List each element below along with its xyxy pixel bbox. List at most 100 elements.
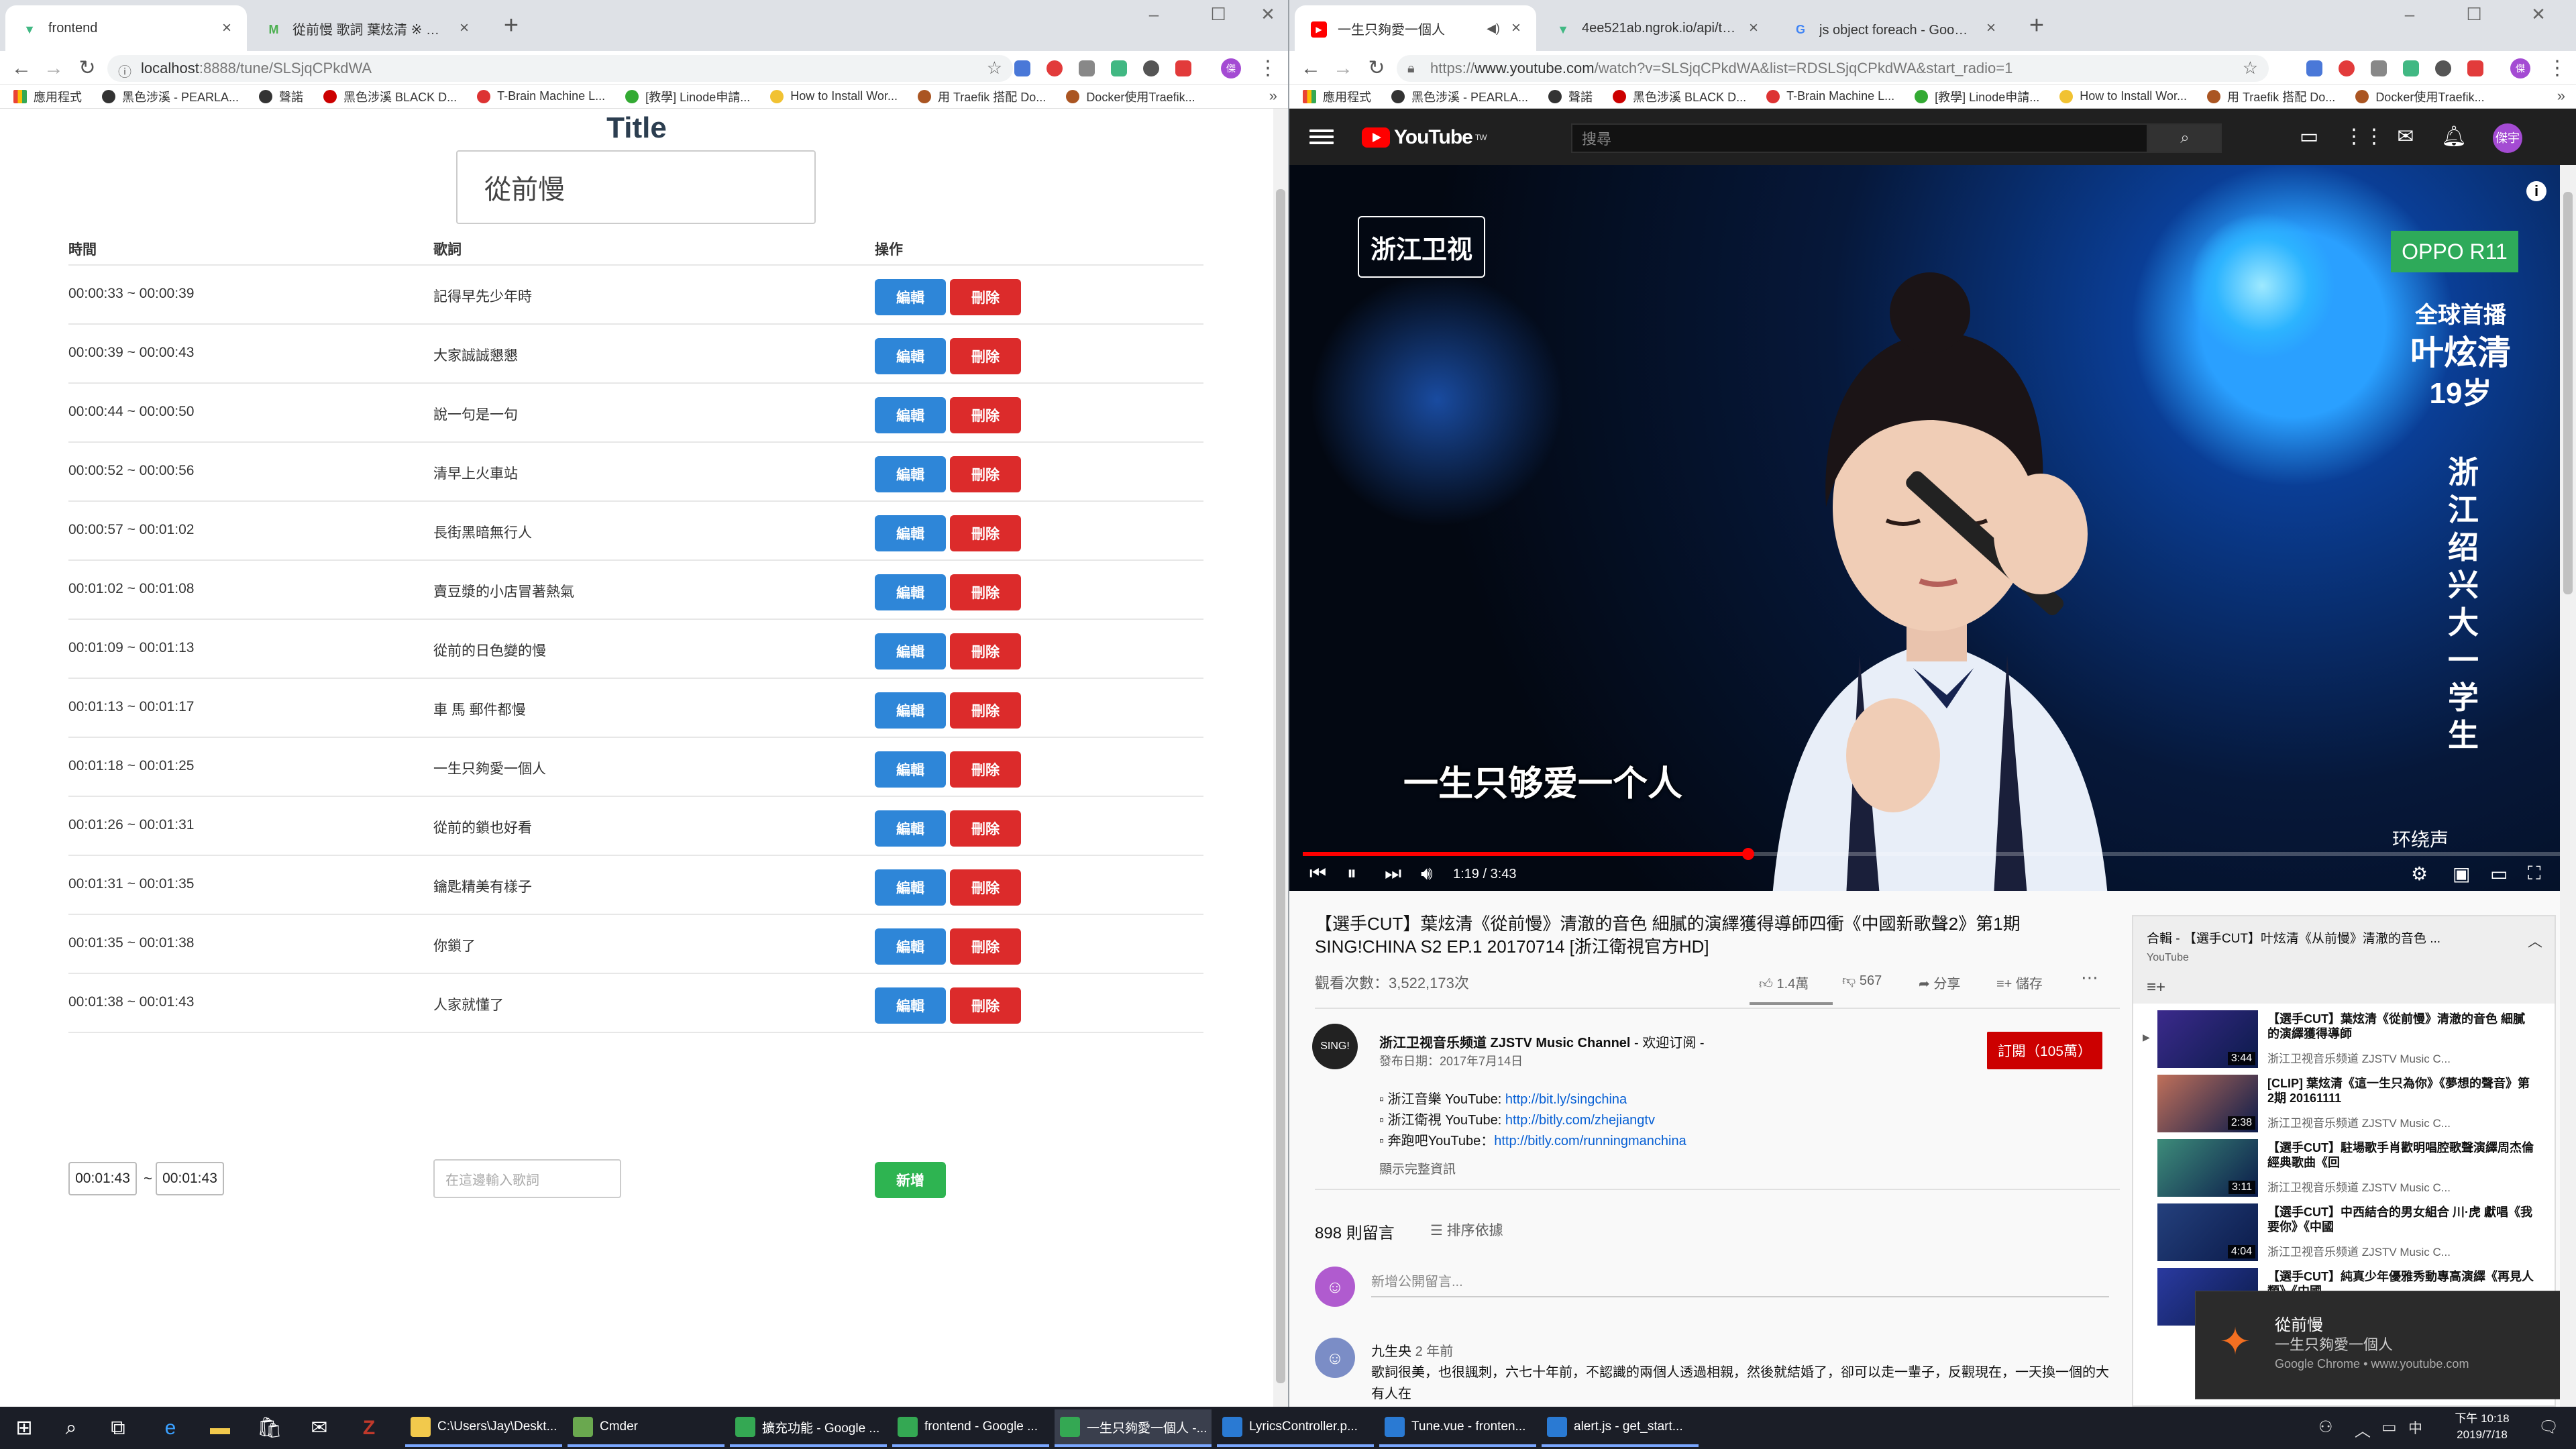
store-icon[interactable]: 🛍︎ xyxy=(255,1413,284,1443)
save-button[interactable]: ≡+ 儲存 xyxy=(1996,973,2043,992)
delete-button[interactable]: 刪除 xyxy=(950,928,1021,965)
maximize-icon[interactable]: ☐ xyxy=(2454,4,2494,25)
edit-button[interactable]: 編輯 xyxy=(875,397,946,433)
edit-button[interactable]: 編輯 xyxy=(875,751,946,788)
bookmark-item[interactable]: 黑色涉溪 BLACK D... xyxy=(323,88,457,105)
extension-icon[interactable] xyxy=(2467,60,2483,76)
taskbar-app-button[interactable]: C:\Users\Jay\Deskt... xyxy=(405,1409,562,1447)
delete-button[interactable]: 刪除 xyxy=(950,279,1021,315)
mail-icon[interactable]: ✉ xyxy=(305,1413,334,1443)
bookmark-item[interactable]: [教學] Linode申請... xyxy=(625,88,750,105)
bookmarks-overflow-icon[interactable]: » xyxy=(1269,87,1277,105)
delete-button[interactable]: 刪除 xyxy=(950,338,1021,374)
taskbar-app-button[interactable]: Tune.vue - fronten... xyxy=(1379,1409,1536,1447)
bookmark-item[interactable]: Docker使用Traefik... xyxy=(1066,88,1195,105)
bookmark-item[interactable]: 黑色涉溪 BLACK D... xyxy=(1613,88,1746,105)
delete-button[interactable]: 刪除 xyxy=(950,692,1021,729)
taskbar-app-button[interactable]: frontend - Google ... xyxy=(892,1409,1049,1447)
playlist-item[interactable]: 2:38 [CLIP] 葉炫清《這一生只為你》《夢想的聲音》第2期 2016111… xyxy=(2133,1072,2555,1136)
bookmark-apps[interactable]: 應用程式 xyxy=(1303,88,1371,105)
video-thumbnail[interactable]: 2:38 xyxy=(2157,1075,2258,1132)
taskbar-app-button[interactable]: Cmder xyxy=(568,1409,724,1447)
bookmark-item[interactable]: 黑色涉溪 - PEARLA... xyxy=(102,88,239,105)
settings-gear-icon[interactable]: ⚙ xyxy=(2411,863,2428,885)
delete-button[interactable]: 刪除 xyxy=(950,810,1021,847)
filezilla-icon[interactable]: Z xyxy=(354,1413,384,1443)
bookmark-star-icon[interactable]: ☆ xyxy=(987,58,1002,78)
delete-button[interactable]: 刪除 xyxy=(950,574,1021,610)
minimize-icon[interactable]: – xyxy=(2390,4,2430,25)
search-icon[interactable]: ⌕ xyxy=(56,1413,86,1443)
scrollbar-thumb[interactable] xyxy=(1276,189,1285,1383)
page-scrollbar[interactable] xyxy=(2560,165,2576,1407)
action-center-icon[interactable]: 🗨︎ xyxy=(2538,1417,2559,1437)
tab-mojim[interactable]: M 從前慢 歌詞 葉炫清 ※ Mojim.com × xyxy=(250,5,484,51)
delete-button[interactable]: 刪除 xyxy=(950,633,1021,669)
share-button[interactable]: ➦ 分享 xyxy=(1919,973,1960,992)
edit-button[interactable]: 編輯 xyxy=(875,692,946,729)
more-actions-icon[interactable]: ⋯ xyxy=(2081,967,2098,988)
delete-button[interactable]: 刪除 xyxy=(950,869,1021,906)
video-thumbnail[interactable]: 3:44 xyxy=(2157,1010,2258,1068)
playlist-item[interactable]: 4:04 【選手CUT】中西結合的男女組合 川·虎 獻唱《我要你》《中國 浙江卫视音… xyxy=(2133,1201,2555,1265)
back-icon[interactable]: ← xyxy=(1297,55,1324,82)
back-icon[interactable]: ← xyxy=(8,55,35,82)
bookmark-item[interactable]: How to Install Wor... xyxy=(770,89,898,103)
edge-icon[interactable]: e xyxy=(156,1413,185,1443)
delete-button[interactable]: 刪除 xyxy=(950,515,1021,551)
video-info-icon[interactable]: i xyxy=(2526,181,2546,201)
pause-icon[interactable]: ⏸ xyxy=(1347,863,1356,885)
menu-kebab-icon[interactable]: ⋮ xyxy=(1254,55,1281,82)
description-link[interactable]: http://bit.ly/singchina xyxy=(1505,1092,1627,1107)
page-scrollbar[interactable] xyxy=(1273,109,1288,1407)
description-link[interactable]: http://bitly.com/runningmanchina xyxy=(1494,1134,1686,1148)
progress-bar[interactable] xyxy=(1303,848,2561,860)
video-player[interactable]: 浙江卫视 OPPO R11 全球首播 叶炫清 19岁 浙江绍兴 大一学生 一生只… xyxy=(1289,165,2576,891)
hamburger-menu-icon[interactable] xyxy=(1309,126,1334,148)
playlist-item[interactable]: 3:11 【選手CUT】駐場歌手肖歡明唱腔歌聲演繹周杰倫經典歌曲《回 浙江卫视音乐频… xyxy=(2133,1136,2555,1201)
delete-button[interactable]: 刪除 xyxy=(950,751,1021,788)
apps-grid-icon[interactable]: ⋮⋮ xyxy=(2344,123,2384,150)
network-icon[interactable]: ▭ xyxy=(2381,1417,2397,1437)
notifications-bell-icon[interactable]: 🔔︎ xyxy=(2440,123,2467,150)
extension-icon[interactable] xyxy=(2435,60,2451,76)
taskbar-app-button[interactable]: alert.js - get_start... xyxy=(1542,1409,1699,1447)
close-tab-icon[interactable]: × xyxy=(1507,19,1525,38)
channel-avatar[interactable]: SING! xyxy=(1312,1024,1358,1069)
bookmark-item[interactable]: [教學] Linode申請... xyxy=(1915,88,2039,105)
close-tab-icon[interactable]: × xyxy=(217,19,236,38)
extension-icon[interactable] xyxy=(1014,60,1030,76)
commenter-avatar[interactable]: ☺ xyxy=(1315,1338,1355,1378)
extension-icon[interactable] xyxy=(2306,60,2322,76)
delete-button[interactable]: 刪除 xyxy=(950,456,1021,492)
adblock-icon[interactable] xyxy=(1046,60,1063,76)
bookmark-item[interactable]: 聲諾 xyxy=(259,88,303,105)
reload-icon[interactable]: ↻ xyxy=(74,55,101,82)
edit-button[interactable]: 編輯 xyxy=(875,456,946,492)
task-view-icon[interactable]: ⧉ xyxy=(103,1413,133,1443)
channel-name[interactable]: 浙江卫视音乐频道 ZJSTV Music Channel - 欢迎订阅 - xyxy=(1379,1032,1704,1051)
delete-button[interactable]: 刪除 xyxy=(950,397,1021,433)
reload-icon[interactable]: ↻ xyxy=(1363,55,1390,82)
scrubber-handle[interactable] xyxy=(1742,848,1755,860)
title-input[interactable]: 從前慢 xyxy=(456,150,816,224)
bookmark-item[interactable]: How to Install Wor... xyxy=(2059,89,2187,103)
tab-frontend[interactable]: ▼ frontend × xyxy=(5,5,247,51)
create-video-icon[interactable]: ▭ xyxy=(2296,123,2322,150)
edit-button[interactable]: 編輯 xyxy=(875,574,946,610)
like-button[interactable]: 👍︎ 1.4萬 xyxy=(1759,973,1809,992)
playlist-item[interactable]: ▶ 3:44 【選手CUT】葉炫清《從前慢》清澈的音色 細膩的演繹獲得導師 浙江卫视音… xyxy=(2133,1008,2555,1072)
search-button[interactable]: ⌕ xyxy=(2148,123,2222,153)
youtube-logo[interactable]: YouTube TW xyxy=(1362,126,1487,149)
forward-icon[interactable]: → xyxy=(1330,55,1356,82)
audio-playing-icon[interactable]: ◀) xyxy=(1484,19,1503,38)
edit-button[interactable]: 編輯 xyxy=(875,338,946,374)
system-clock[interactable]: 下午 10:18 2019/7/18 xyxy=(2442,1411,2522,1443)
delete-button[interactable]: 刪除 xyxy=(950,987,1021,1024)
file-explorer-icon[interactable]: ▬ xyxy=(205,1413,235,1443)
forward-icon[interactable]: → xyxy=(40,55,67,82)
profile-avatar[interactable]: 傑 xyxy=(2510,58,2530,78)
vue-devtools-icon[interactable] xyxy=(2403,60,2419,76)
scrollbar-thumb[interactable] xyxy=(2563,192,2573,594)
bookmark-item[interactable]: T-Brain Machine L... xyxy=(1766,89,1894,103)
